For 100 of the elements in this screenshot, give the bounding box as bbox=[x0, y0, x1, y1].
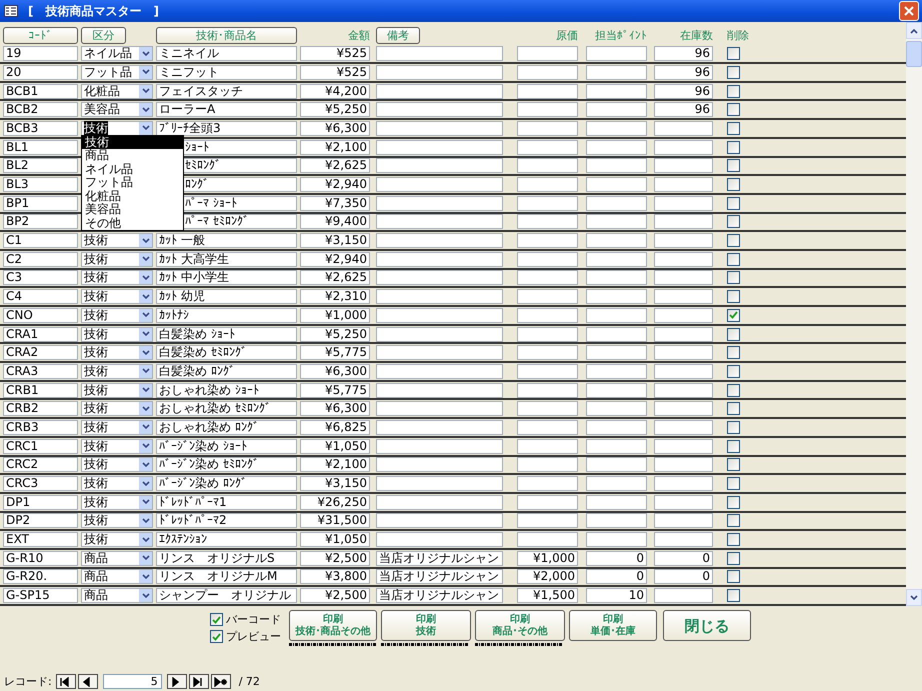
cost-field[interactable] bbox=[517, 494, 578, 510]
point-field[interactable] bbox=[586, 345, 647, 360]
note-field[interactable] bbox=[376, 401, 503, 416]
delete-checkbox[interactable] bbox=[727, 308, 740, 322]
cost-field[interactable] bbox=[517, 84, 578, 99]
stock-field[interactable] bbox=[654, 140, 713, 155]
stock-field[interactable] bbox=[654, 345, 713, 360]
column-header-button[interactable]: 区分 bbox=[81, 26, 126, 44]
note-field[interactable] bbox=[376, 476, 503, 492]
category-dropdown[interactable]: 技術 bbox=[81, 120, 153, 136]
delete-checkbox[interactable] bbox=[727, 103, 740, 116]
cost-field[interactable] bbox=[517, 140, 578, 155]
note-field[interactable] bbox=[376, 46, 503, 62]
category-dropdown[interactable]: 技術 bbox=[81, 233, 153, 248]
category-dropdown[interactable]: 技術 bbox=[81, 513, 153, 528]
delete-checkbox[interactable] bbox=[727, 514, 740, 528]
price-field[interactable]: ¥5,775 bbox=[300, 382, 370, 398]
code-field[interactable]: BCB3 bbox=[3, 120, 78, 136]
cost-field[interactable] bbox=[517, 401, 578, 416]
name-field[interactable]: ﾄﾞﾚｯﾄﾞﾊﾟｰﾏ1 bbox=[156, 494, 297, 510]
code-field[interactable]: BCB2 bbox=[3, 102, 78, 118]
code-field[interactable]: BL1 bbox=[3, 140, 78, 155]
column-header-button[interactable]: ｺｰﾄﾞ bbox=[3, 26, 78, 44]
category-dropdown[interactable]: 美容品 bbox=[81, 102, 153, 118]
note-field[interactable] bbox=[376, 64, 503, 80]
delete-checkbox[interactable] bbox=[727, 402, 740, 416]
first-record-icon-button[interactable] bbox=[56, 674, 76, 689]
category-dropdown[interactable]: 技術 bbox=[81, 401, 153, 416]
note-field[interactable] bbox=[376, 177, 503, 192]
print-button[interactable]: 印刷 技術･商品その他 bbox=[289, 610, 377, 641]
record-number-field[interactable]: 5 bbox=[102, 674, 162, 689]
point-field[interactable]: 10 bbox=[586, 588, 647, 604]
category-dropdown[interactable]: フット品 bbox=[81, 64, 153, 80]
cost-field[interactable] bbox=[517, 233, 578, 248]
stock-field[interactable] bbox=[654, 196, 713, 211]
cost-field[interactable]: ¥1,500 bbox=[517, 588, 578, 604]
name-field[interactable]: おしゃれ染め ﾛﾝｸﾞ bbox=[156, 420, 297, 435]
point-field[interactable] bbox=[586, 270, 647, 286]
name-field[interactable]: 白髪染め ｾﾐﾛﾝｸﾞ bbox=[156, 345, 297, 360]
delete-checkbox[interactable] bbox=[727, 533, 740, 546]
dropdown-option[interactable]: 技術 bbox=[82, 136, 183, 150]
cost-field[interactable] bbox=[517, 308, 578, 323]
name-field[interactable]: ｶｯﾄ 一般 bbox=[156, 233, 297, 248]
code-field[interactable]: CRA3 bbox=[3, 364, 78, 379]
code-field[interactable]: C3 bbox=[3, 270, 78, 286]
price-field[interactable]: ¥6,825 bbox=[300, 420, 370, 435]
point-field[interactable] bbox=[586, 401, 647, 416]
stock-field[interactable] bbox=[654, 177, 713, 192]
cost-field[interactable] bbox=[517, 46, 578, 62]
note-field[interactable] bbox=[376, 494, 503, 510]
cost-field[interactable] bbox=[517, 196, 578, 211]
note-field[interactable] bbox=[376, 196, 503, 211]
point-field[interactable] bbox=[586, 64, 647, 80]
code-field[interactable]: C2 bbox=[3, 252, 78, 267]
category-dropdown[interactable]: ネイル品 bbox=[81, 46, 153, 62]
point-field[interactable] bbox=[586, 513, 647, 528]
price-field[interactable]: ¥26,250 bbox=[300, 494, 370, 510]
stock-field[interactable] bbox=[654, 476, 713, 492]
cost-field[interactable] bbox=[517, 177, 578, 192]
code-field[interactable]: BP2 bbox=[3, 214, 78, 230]
print-button[interactable]: 印刷 技術 bbox=[381, 610, 471, 641]
cost-field[interactable] bbox=[517, 532, 578, 548]
price-field[interactable]: ¥6,300 bbox=[300, 364, 370, 379]
print-button[interactable]: 印刷 商品･その他 bbox=[475, 610, 565, 641]
code-field[interactable]: CRA2 bbox=[3, 345, 78, 360]
stock-field[interactable] bbox=[654, 364, 713, 379]
point-field[interactable] bbox=[586, 364, 647, 379]
cost-field[interactable] bbox=[517, 457, 578, 472]
new-record-icon-button[interactable] bbox=[210, 674, 231, 689]
code-field[interactable]: C1 bbox=[3, 233, 78, 248]
stock-field[interactable]: 0 bbox=[654, 550, 713, 566]
point-field[interactable] bbox=[586, 420, 647, 435]
stock-field[interactable]: 96 bbox=[654, 84, 713, 99]
point-field[interactable] bbox=[586, 84, 647, 99]
delete-checkbox[interactable] bbox=[727, 477, 740, 490]
cost-field[interactable] bbox=[517, 476, 578, 492]
delete-checkbox[interactable] bbox=[727, 384, 740, 397]
point-field[interactable] bbox=[586, 214, 647, 230]
point-field[interactable] bbox=[586, 233, 647, 248]
code-field[interactable]: CNO bbox=[3, 308, 78, 323]
stock-field[interactable] bbox=[654, 326, 713, 342]
code-field[interactable]: BL2 bbox=[3, 158, 78, 174]
point-field[interactable] bbox=[586, 308, 647, 323]
category-dropdown[interactable]: 技術 bbox=[81, 382, 153, 398]
category-dropdown[interactable]: 化粧品 bbox=[81, 84, 153, 99]
code-field[interactable]: CRC2 bbox=[3, 457, 78, 472]
note-field[interactable] bbox=[376, 308, 503, 323]
point-field[interactable] bbox=[586, 46, 647, 62]
price-field[interactable]: ¥5,775 bbox=[300, 345, 370, 360]
price-field[interactable]: ¥1,000 bbox=[300, 308, 370, 323]
stock-field[interactable] bbox=[654, 382, 713, 398]
note-field[interactable] bbox=[376, 102, 503, 118]
next-record-icon-button[interactable] bbox=[166, 674, 187, 689]
note-field[interactable] bbox=[376, 457, 503, 472]
stock-field[interactable] bbox=[654, 513, 713, 528]
delete-checkbox[interactable] bbox=[727, 290, 740, 304]
close-button[interactable] bbox=[899, 1, 919, 21]
price-field[interactable]: ¥2,500 bbox=[300, 550, 370, 566]
category-dropdown[interactable]: 技術 bbox=[81, 326, 153, 342]
note-field[interactable] bbox=[376, 326, 503, 342]
